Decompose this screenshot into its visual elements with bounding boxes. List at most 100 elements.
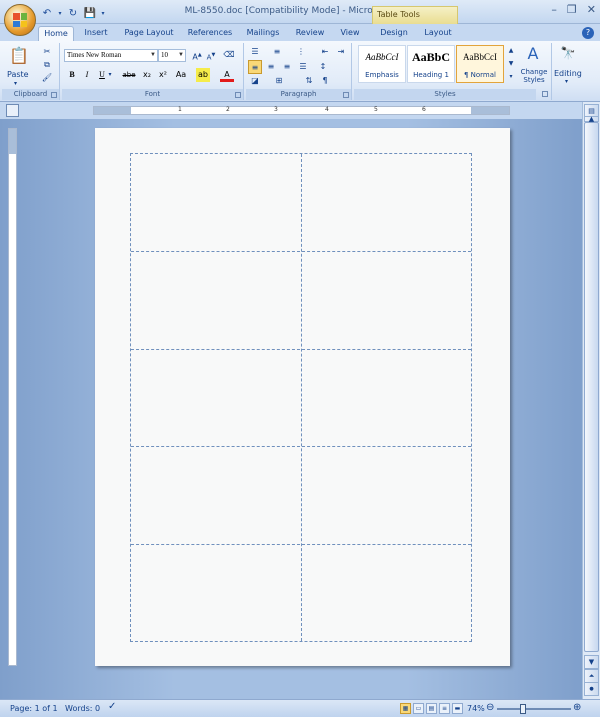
highlight-icon[interactable]: ab bbox=[196, 68, 210, 82]
help-icon[interactable]: ? bbox=[582, 27, 594, 39]
vertical-scrollbar[interactable]: ▤ ▲ ▼ ⏶ ● bbox=[582, 102, 600, 699]
shading-icon[interactable]: ◪ bbox=[248, 74, 262, 88]
change-case-button[interactable]: Aa bbox=[172, 68, 190, 82]
zoom-slider[interactable] bbox=[497, 704, 571, 714]
bold-button[interactable]: B bbox=[65, 68, 79, 82]
tab-insert[interactable]: Insert bbox=[80, 26, 112, 42]
zoom-out-icon[interactable]: ⊖ bbox=[486, 702, 494, 713]
tab-view[interactable]: View bbox=[335, 26, 365, 42]
clipboard-launcher-icon[interactable] bbox=[51, 92, 57, 98]
editing-dropdown-icon[interactable]: ▾ bbox=[565, 78, 568, 85]
tab-mailings[interactable]: Mailings bbox=[243, 26, 283, 42]
previous-page-icon[interactable]: ⏶ bbox=[584, 669, 599, 683]
close-button[interactable]: ✕ bbox=[587, 3, 596, 16]
paragraph-launcher-icon[interactable] bbox=[343, 92, 349, 98]
borders-icon[interactable]: ⊞ bbox=[272, 74, 286, 88]
multilevel-list-icon[interactable]: ⋮ bbox=[294, 45, 308, 59]
tab-review[interactable]: Review bbox=[293, 26, 327, 42]
style-emphasis[interactable]: AaBbCcI Emphasis bbox=[358, 45, 406, 83]
grow-font-icon[interactable]: A▲ bbox=[190, 48, 204, 62]
zoom-in-icon[interactable]: ⊕ bbox=[573, 702, 581, 713]
office-button[interactable] bbox=[4, 4, 36, 36]
tab-home[interactable]: Home bbox=[38, 26, 74, 42]
styles-scroll-up-icon[interactable]: ▲ bbox=[506, 45, 516, 57]
line-spacing-icon[interactable]: ↕ bbox=[316, 60, 330, 74]
change-styles-icon[interactable]: A bbox=[522, 44, 544, 64]
office-logo-icon bbox=[13, 13, 27, 27]
clear-formatting-icon[interactable]: ⌫ bbox=[222, 48, 236, 62]
scroll-down-icon[interactable]: ▼ bbox=[584, 655, 599, 669]
zoom-slider-thumb[interactable] bbox=[520, 704, 527, 714]
print-layout-view-button[interactable]: ▦ bbox=[400, 703, 411, 714]
draft-view-button[interactable]: ▬ bbox=[452, 703, 463, 714]
zoom-level[interactable]: 74% bbox=[467, 704, 485, 713]
change-styles-button[interactable]: Change Styles bbox=[518, 68, 550, 84]
styles-scroll-down-icon[interactable]: ▼ bbox=[506, 58, 516, 70]
copy-icon[interactable]: ⧉ bbox=[40, 58, 54, 72]
tab-page-layout[interactable]: Page Layout bbox=[121, 26, 177, 42]
shrink-font-icon[interactable]: A▼ bbox=[204, 48, 218, 62]
minimize-button[interactable]: – bbox=[551, 3, 557, 16]
style-normal[interactable]: AaBbCcI ¶ Normal bbox=[456, 45, 504, 83]
label-table[interactable] bbox=[130, 153, 472, 642]
align-right-icon[interactable]: ≡ bbox=[280, 60, 294, 74]
justify-icon[interactable]: ☰ bbox=[296, 60, 310, 74]
tab-design[interactable]: Design bbox=[374, 26, 414, 42]
chevron-down-icon: ▼ bbox=[150, 52, 156, 58]
ruler-number: 3 bbox=[274, 106, 278, 113]
full-screen-reading-button[interactable]: ▭ bbox=[413, 703, 424, 714]
sort-icon[interactable]: ⇅ bbox=[302, 74, 316, 88]
scrollbar-thumb[interactable] bbox=[584, 122, 599, 652]
table-row-divider bbox=[131, 349, 471, 350]
decrease-indent-icon[interactable]: ⇤ bbox=[318, 45, 332, 59]
font-group-label: Font bbox=[62, 89, 243, 100]
bullets-icon[interactable]: ☰ bbox=[248, 45, 262, 59]
editing-button[interactable]: Editing bbox=[554, 69, 582, 78]
vertical-ruler[interactable] bbox=[8, 128, 17, 666]
tab-selector-icon[interactable] bbox=[6, 104, 19, 117]
paragraph-group: ☰ ≡ ⋮ ⇤ ⇥ ≡ ≡ ≡ ☰ ↕ ◪ ⊞ ⇅ ¶ Paragraph bbox=[246, 43, 352, 100]
select-browse-object-icon[interactable]: ● bbox=[584, 682, 599, 696]
font-size-dropdown[interactable]: 10 ▼ bbox=[158, 49, 186, 62]
document-page[interactable] bbox=[95, 128, 510, 666]
ruler-number: 2 bbox=[226, 106, 230, 113]
styles-more-icon[interactable]: ▾ bbox=[506, 71, 516, 83]
numbering-icon[interactable]: ≡ bbox=[270, 45, 284, 59]
cut-icon[interactable]: ✂ bbox=[40, 45, 54, 59]
paste-button[interactable]: Paste bbox=[7, 70, 29, 79]
proofing-icon[interactable]: ✓ bbox=[108, 701, 116, 712]
style-heading-1[interactable]: AaBbC Heading 1 bbox=[407, 45, 455, 83]
subscript-button[interactable]: x₂ bbox=[140, 68, 154, 82]
page-count-status[interactable]: Page: 1 of 1 bbox=[10, 704, 58, 713]
strikethrough-button[interactable]: abe bbox=[120, 68, 138, 82]
increase-indent-icon[interactable]: ⇥ bbox=[334, 45, 348, 59]
font-name-dropdown[interactable]: Times New Roman ▼ bbox=[64, 49, 158, 62]
align-center-icon[interactable]: ≡ bbox=[264, 60, 278, 74]
paragraph-group-label: Paragraph bbox=[246, 89, 351, 100]
web-layout-view-button[interactable]: ▤ bbox=[426, 703, 437, 714]
align-left-icon[interactable]: ≡ bbox=[248, 60, 262, 74]
tab-layout[interactable]: Layout bbox=[419, 26, 457, 42]
format-painter-icon[interactable]: 🖌 bbox=[40, 71, 54, 85]
paste-dropdown-icon[interactable]: ▾ bbox=[14, 80, 17, 87]
font-launcher-icon[interactable] bbox=[235, 92, 241, 98]
ruler-number: 5 bbox=[374, 106, 378, 113]
italic-button[interactable]: I bbox=[80, 68, 94, 82]
outline-view-button[interactable]: ≡ bbox=[439, 703, 450, 714]
window-controls: – ❐ ✕ bbox=[551, 3, 596, 16]
clipboard-group: 📋 Paste ▾ ✂ ⧉ 🖌 Clipboard bbox=[2, 43, 60, 100]
table-row-divider bbox=[131, 544, 471, 545]
underline-dropdown-icon[interactable]: ▾ bbox=[107, 68, 113, 82]
ruler-left-margin bbox=[94, 107, 131, 114]
ruler-number: 4 bbox=[325, 106, 329, 113]
word-count-status[interactable]: Words: 0 bbox=[65, 704, 100, 713]
superscript-button[interactable]: x² bbox=[156, 68, 170, 82]
horizontal-ruler[interactable]: 1 2 3 4 5 6 bbox=[93, 106, 510, 115]
show-formatting-icon[interactable]: ¶ bbox=[318, 74, 332, 88]
styles-launcher-icon[interactable] bbox=[542, 91, 548, 97]
font-color-icon[interactable]: A bbox=[220, 68, 234, 82]
maximize-button[interactable]: ❐ bbox=[567, 3, 577, 16]
tab-references[interactable]: References bbox=[184, 26, 236, 42]
paste-icon[interactable]: 📋 bbox=[8, 45, 30, 67]
find-binoculars-icon[interactable]: 🔭 bbox=[560, 45, 576, 61]
